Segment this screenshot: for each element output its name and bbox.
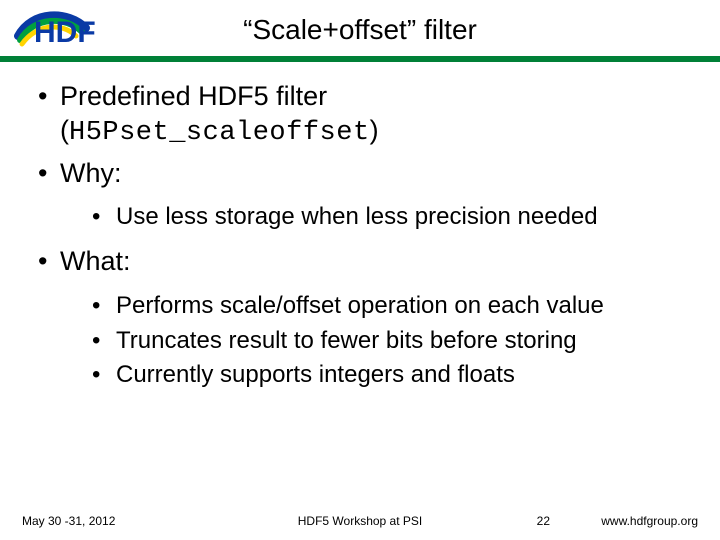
what-item: Truncates result to fewer bits before st… [92,324,698,359]
header: HDF “Scale+offset” filter [0,0,720,58]
predefined-text: Predefined HDF5 filter [60,81,327,111]
what-label: What: [60,246,131,276]
paren-open: ( [60,115,69,145]
why-label: Why: [60,158,122,188]
footer: May 30 -31, 2012 HDF5 Workshop at PSI 22… [0,506,720,528]
header-rule [0,56,720,62]
why-item: Use less storage when less precision nee… [92,200,698,235]
bullet-list: Predefined HDF5 filter (H5Pset_scaleoffs… [38,80,698,393]
bullet-why: Why: Use less storage when less precisio… [38,157,698,236]
slide: HDF “Scale+offset” filter Predefined HDF… [0,0,720,540]
slide-title: “Scale+offset” filter [0,14,720,46]
paren-close: ) [370,115,379,145]
footer-page: 22 [537,514,550,528]
footer-url: www.hdfgroup.org [601,514,698,528]
slide-body: Predefined HDF5 filter (H5Pset_scaleoffs… [38,80,698,403]
what-item: Performs scale/offset operation on each … [92,289,698,324]
predefined-code: H5Pset_scaleoffset [69,118,370,148]
what-sublist: Performs scale/offset operation on each … [60,289,698,393]
bullet-what: What: Performs scale/offset operation on… [38,245,698,393]
predefined-code-line: (H5Pset_scaleoffset) [60,115,379,145]
what-item: Currently supports integers and floats [92,358,698,393]
why-sublist: Use less storage when less precision nee… [60,200,698,235]
bullet-predefined: Predefined HDF5 filter (H5Pset_scaleoffs… [38,80,698,151]
